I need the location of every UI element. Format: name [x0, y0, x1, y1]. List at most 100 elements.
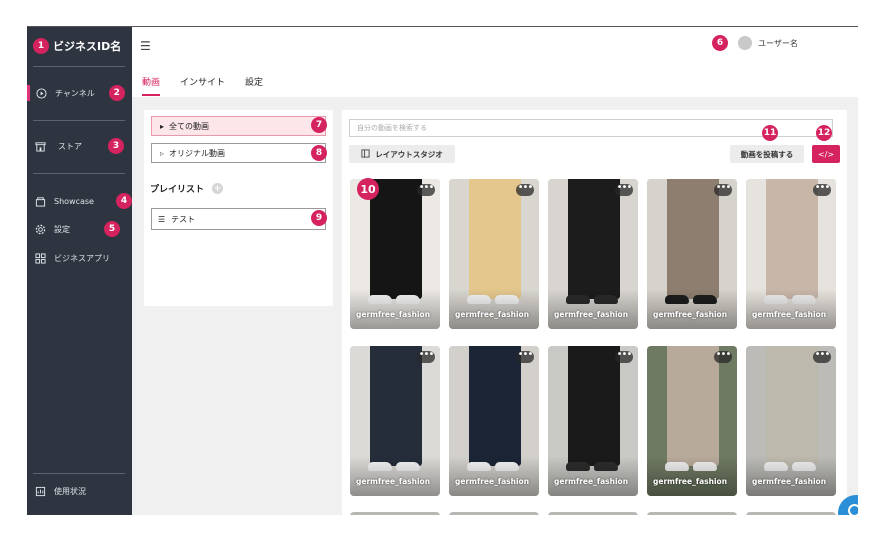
more-options-icon[interactable]: ••• — [516, 350, 534, 363]
thumbnail-figure — [592, 346, 620, 466]
embed-code-button[interactable]: </> — [812, 145, 840, 163]
video-card[interactable] — [647, 512, 737, 515]
thumbnail-shade — [449, 456, 539, 496]
sidebar-item-usage[interactable]: 使用状況 — [35, 483, 86, 499]
playlist-icon: ☰ — [158, 214, 166, 224]
divider — [33, 66, 125, 67]
annotation-badge: 2 — [108, 85, 125, 101]
thumbnail-shade — [647, 456, 737, 496]
sidebar-item-showcase[interactable]: Showcase 4 — [35, 193, 132, 209]
divider — [33, 173, 125, 174]
triangle-right-icon: ▹ — [160, 148, 165, 158]
video-account-name: germfree_fashion — [356, 477, 431, 486]
code-icon: </> — [817, 149, 835, 159]
add-playlist-icon[interactable]: + — [212, 183, 224, 194]
user-menu[interactable]: 6 ユーザー名 — [712, 35, 798, 51]
video-card[interactable]: ••• germfree_fashion — [548, 346, 638, 496]
video-card[interactable]: ••• germfree_fashion — [350, 346, 440, 496]
more-options-icon[interactable]: ••• — [813, 350, 831, 363]
sidebar-item-label: Showcase — [54, 196, 94, 206]
sidebar-item-label: 使用状況 — [54, 486, 86, 496]
annotation-badge: 9 — [311, 210, 327, 226]
video-card[interactable] — [449, 512, 539, 515]
more-options-icon[interactable]: ••• — [516, 183, 534, 196]
video-account-name: germfree_fashion — [356, 310, 431, 319]
annotation-badge: 3 — [108, 138, 124, 154]
playlist-item[interactable]: ☰ テスト 5 — [151, 208, 326, 230]
filter-label: 全ての動画 — [169, 121, 210, 131]
annotation-badge: 5 — [104, 221, 120, 237]
layout-studio-button[interactable]: レイアウトスタジオ — [349, 145, 455, 163]
more-options-icon[interactable]: ••• — [417, 183, 435, 196]
video-card[interactable]: ••• germfree_fashion — [647, 346, 737, 496]
search-input[interactable]: 自分の動画を検索する — [349, 119, 833, 137]
video-card[interactable]: ••• germfree_fashion — [647, 179, 737, 329]
video-account-name: germfree_fashion — [554, 310, 629, 319]
video-card[interactable]: ••• germfree_fashion — [449, 179, 539, 329]
thumbnail-figure — [691, 346, 719, 466]
video-account-name: germfree_fashion — [455, 477, 530, 486]
sidebar-item-business-apps[interactable]: ビジネスアプリ — [35, 250, 110, 266]
play-circle-icon — [36, 87, 47, 99]
tab-bar: 動画 インサイト 設定 — [132, 71, 858, 97]
sidebar-item-label: ストア — [58, 141, 82, 151]
thumbnail-shade — [746, 289, 836, 329]
business-id-label: ビジネスID名 — [53, 40, 122, 53]
hamburger-menu-icon[interactable]: ☰ — [140, 39, 151, 53]
playlist-title: プレイリスト — [150, 185, 205, 195]
divider — [33, 473, 125, 474]
thumbnail-figure — [592, 179, 620, 299]
top-bar: ☰ 6 ユーザー名 — [132, 27, 858, 71]
video-thumbnail — [746, 346, 836, 496]
sidebar-item-channel[interactable]: チャンネル 2 — [27, 85, 127, 101]
video-account-name: germfree_fashion — [653, 477, 728, 486]
thumbnail-figure — [394, 346, 422, 466]
more-options-icon[interactable]: ••• — [417, 350, 435, 363]
more-options-icon[interactable]: ••• — [813, 183, 831, 196]
sidebar-item-store[interactable]: ストア 3 — [35, 138, 124, 154]
tab-videos[interactable]: 動画 — [142, 75, 161, 96]
app-window: 1 ビジネスID名 チャンネル 2 ストア 3 Showcase 4 設定 5 … — [27, 26, 858, 515]
sidebar-item-settings[interactable]: 設定 5 — [35, 221, 120, 237]
video-account-name: germfree_fashion — [752, 310, 827, 319]
button-label: レイアウトスタジオ — [375, 149, 443, 159]
video-card[interactable]: ••• germfree_fashion — [746, 179, 836, 329]
tab-insights[interactable]: インサイト — [180, 75, 225, 94]
more-options-icon[interactable]: ••• — [714, 183, 732, 196]
tab-settings[interactable]: 設定 — [245, 75, 263, 94]
thumbnail-figure — [493, 179, 521, 299]
post-video-button[interactable]: 動画を投稿する — [730, 145, 804, 163]
more-options-icon[interactable]: ••• — [714, 350, 732, 363]
video-card[interactable] — [548, 512, 638, 515]
video-card[interactable] — [746, 512, 836, 515]
filter-panel: ▸ 全ての動画 ▹ オリジナル動画 7 8 プレイリスト + ☰ テスト 5 9 — [144, 110, 333, 306]
thumbnail-figure — [790, 179, 818, 299]
video-account-name: germfree_fashion — [554, 477, 629, 486]
video-thumbnail — [647, 179, 737, 329]
more-options-icon[interactable]: ••• — [615, 183, 633, 196]
annotation-badge: 6 — [712, 35, 728, 51]
video-card[interactable]: ••• germfree_fashion — [449, 346, 539, 496]
original-videos-filter[interactable]: ▹ オリジナル動画 — [151, 143, 326, 163]
video-card[interactable]: ••• germfree_fashion — [548, 179, 638, 329]
sidebar-item-label: チャンネル — [55, 88, 95, 98]
video-account-name: germfree_fashion — [752, 477, 827, 486]
business-id[interactable]: 1 ビジネスID名 — [33, 38, 121, 54]
store-icon — [35, 141, 46, 152]
usage-icon — [35, 486, 46, 497]
more-options-icon[interactable]: ••• — [615, 350, 633, 363]
all-videos-filter[interactable]: ▸ 全ての動画 — [151, 116, 326, 136]
search-icon — [846, 502, 858, 515]
showcase-icon — [35, 196, 46, 207]
apps-grid-icon — [35, 252, 46, 264]
video-card[interactable]: ••• germfree_fashion — [350, 179, 440, 329]
video-card[interactable]: ••• germfree_fashion — [746, 346, 836, 496]
playlist-item-label: テスト — [171, 214, 196, 224]
thumbnail-figure — [394, 179, 422, 299]
thumbnail-shade — [746, 456, 836, 496]
video-thumbnail — [350, 179, 440, 329]
annotation-badge: 7 — [311, 117, 327, 133]
video-card[interactable] — [350, 512, 440, 515]
annotation-badge: 4 — [115, 193, 132, 209]
button-label: 動画を投稿する — [740, 149, 794, 159]
